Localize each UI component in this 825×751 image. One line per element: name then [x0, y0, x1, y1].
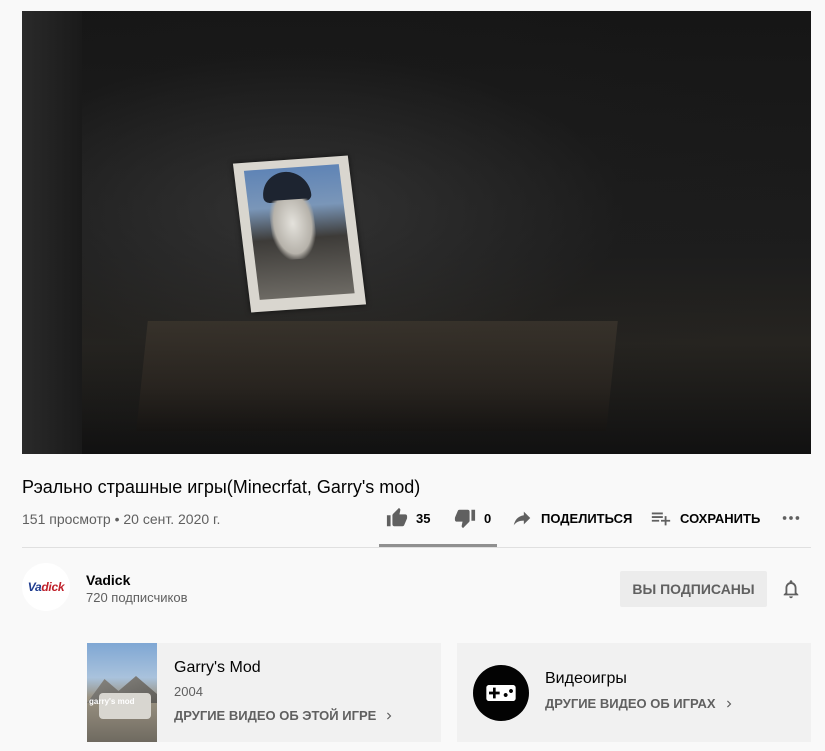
game-title[interactable]: Garry's Mod	[174, 659, 261, 677]
upload-date: 20 сент. 2020 г.	[123, 511, 221, 527]
game-card[interactable]: garry's mod Garry's Mod 2004 ДРУГИЕ ВИДЕ…	[87, 643, 441, 742]
gamepad-icon	[486, 685, 516, 701]
bell-icon	[783, 580, 799, 599]
category-title[interactable]: Видеоигры	[545, 670, 627, 688]
channel-name[interactable]: Vadick	[86, 572, 130, 588]
subscribed-button[interactable]: ВЫ ПОДПИСАНЫ	[620, 571, 767, 607]
like-button[interactable]: 35	[386, 507, 430, 529]
category-card[interactable]: Видеоигры ДРУГИЕ ВИДЕО ОБ ИГРАХ	[457, 643, 811, 742]
video-title: Рэально страшные игры(Minecrfat, Garry's…	[22, 477, 421, 497]
more-icon	[782, 516, 800, 520]
channel-avatar[interactable]: Vadick	[22, 563, 70, 611]
more-button[interactable]	[780, 507, 810, 529]
playlist-add-icon	[651, 512, 671, 526]
more-category-videos-link[interactable]: ДРУГИЕ ВИДЕО ОБ ИГРАХ	[545, 696, 736, 711]
thumbnail-label: garry's mod	[89, 697, 135, 706]
more-game-videos-link[interactable]: ДРУГИЕ ВИДЕО ОБ ЭТОЙ ИГРЕ	[174, 708, 396, 723]
thumb-down-icon	[454, 509, 476, 529]
save-button[interactable]: СОХРАНИТЬ	[650, 507, 760, 529]
chevron-right-icon	[726, 700, 731, 707]
video-frame-portrait	[232, 155, 367, 313]
share-button[interactable]: ПОДЕЛИТЬСЯ	[511, 507, 632, 529]
share-label: ПОДЕЛИТЬСЯ	[541, 510, 633, 526]
game-year: 2004	[174, 684, 203, 699]
dislike-count: 0	[484, 510, 492, 526]
meta-separator: •	[114, 511, 120, 527]
chevron-right-icon	[387, 712, 392, 719]
channel-logo: Vadick	[27, 580, 65, 594]
subscriber-count: 720 подписчиков	[86, 590, 188, 605]
save-label: СОХРАНИТЬ	[680, 510, 761, 526]
video-player[interactable]	[22, 11, 811, 454]
view-count: 151 просмотр	[22, 511, 111, 527]
share-icon	[513, 511, 531, 526]
video-frame-wall	[22, 11, 82, 454]
video-frame-bed	[136, 321, 618, 431]
dislike-button[interactable]: 0	[454, 507, 491, 529]
video-meta: 151 просмотр • 20 сент. 2020 г.	[22, 511, 220, 527]
like-count: 35	[416, 510, 431, 526]
game-thumbnail[interactable]: garry's mod	[87, 643, 157, 742]
notifications-button[interactable]	[780, 578, 802, 600]
divider	[22, 547, 811, 548]
category-icon	[473, 665, 529, 721]
thumb-up-icon	[386, 507, 408, 527]
